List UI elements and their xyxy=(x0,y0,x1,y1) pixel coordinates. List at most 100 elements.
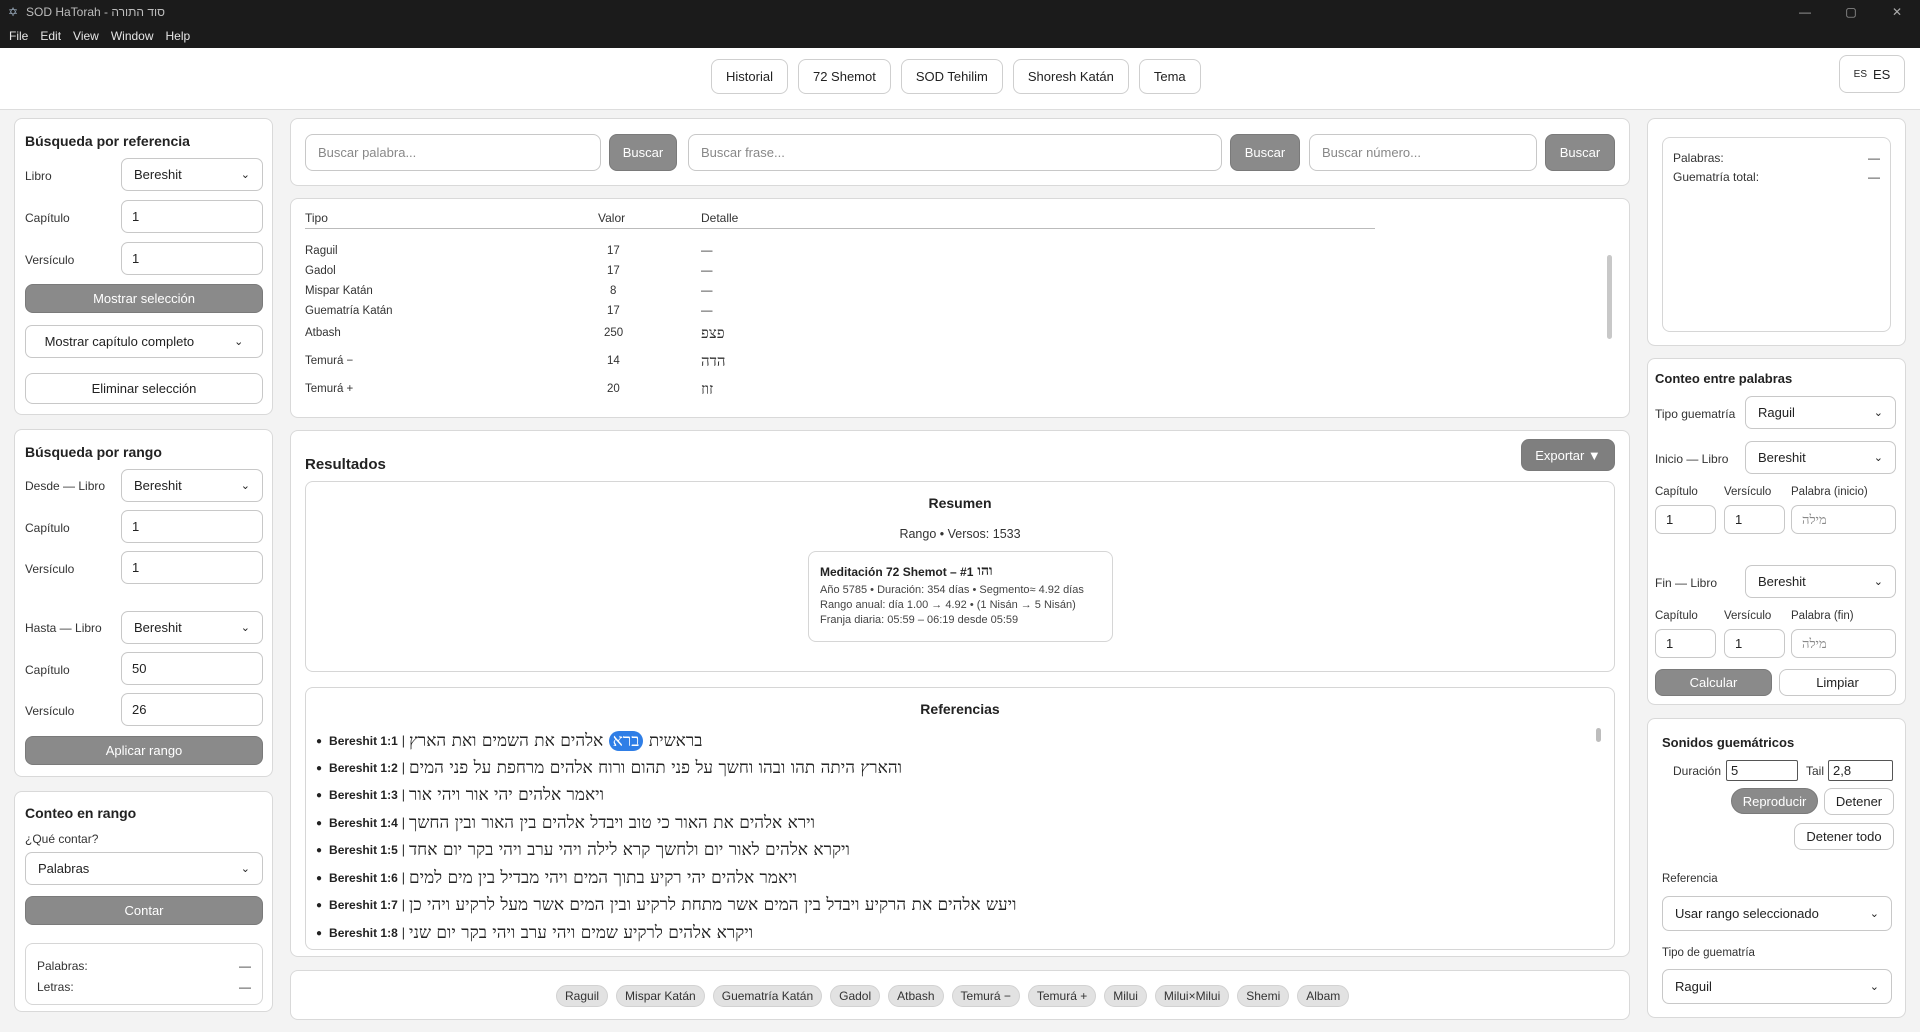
list-item[interactable]: ● Bereshit 1:8 | ויקרא אלהים לרקיע שמים … xyxy=(316,923,753,943)
inicio-word-input[interactable]: מילה xyxy=(1791,505,1896,534)
chip-raguil[interactable]: Raguil xyxy=(556,985,609,1007)
hasta-capitulo-input[interactable]: 50 xyxy=(121,652,263,685)
duracion-input[interactable]: 5 xyxy=(1726,760,1798,781)
inicio-label: Inicio — Libro xyxy=(1655,452,1729,466)
table-row[interactable]: Temurá + 20 זוז xyxy=(305,380,1365,403)
row-tipo: Gadol xyxy=(305,265,336,277)
row-tipo: Mispar Katán xyxy=(305,285,373,297)
libro-value: Bereshit xyxy=(134,167,182,182)
tab-sod-tehilim[interactable]: SOD Tehilim xyxy=(900,59,1003,94)
fin-word-input[interactable]: מילה xyxy=(1791,629,1896,658)
inicio-libro-select[interactable]: Bereshit ⌄ xyxy=(1745,441,1896,474)
chip-gadol[interactable]: Gadol xyxy=(830,985,881,1007)
menu-view[interactable]: View xyxy=(67,29,105,43)
word-search-button[interactable]: Buscar xyxy=(609,134,677,171)
capitulo-label: Capítulo xyxy=(25,211,70,225)
list-item[interactable]: ● Bereshit 1:3 | ויאמר אלהים יהי אור ויה… xyxy=(316,785,604,805)
panel-title: Sonidos guemátricos xyxy=(1662,735,1795,750)
fin-capitulo-input[interactable]: 1 xyxy=(1655,629,1716,658)
list-item[interactable]: ● Bereshit 1:7 | ויעש אלהים את הרקיע ויב… xyxy=(316,895,1016,915)
stop-all-button[interactable]: Detener todo xyxy=(1794,823,1894,850)
count-button[interactable]: Contar xyxy=(25,896,263,925)
chip-shemi[interactable]: Shemi xyxy=(1237,985,1290,1007)
versiculo-input[interactable]: 1 xyxy=(121,242,263,275)
tab-tema[interactable]: Tema xyxy=(1138,59,1201,94)
phrase-search-input[interactable]: Buscar frase... xyxy=(688,134,1222,171)
clear-button[interactable]: Limpiar xyxy=(1779,669,1896,696)
list-item[interactable]: ● Bereshit 1:4 | וירא אלהים את האור כי ט… xyxy=(316,813,815,833)
inicio-versiculo-input[interactable]: 1 xyxy=(1724,505,1785,534)
table-row[interactable]: Atbash 250 פצפ xyxy=(305,324,1365,347)
inicio-capitulo-input[interactable]: 1 xyxy=(1655,505,1716,534)
summary-card: Resumen Rango • Versos: 1533 Meditación … xyxy=(305,481,1615,672)
table-row[interactable]: Temurá − 14 הדה xyxy=(305,352,1365,375)
referencia-select[interactable]: Usar rango seleccionado ⌄ xyxy=(1662,896,1892,931)
chip-atbash[interactable]: Atbash xyxy=(888,985,944,1007)
tab-72-shemot[interactable]: 72 Shemot xyxy=(797,59,891,94)
meditation-card: Meditación 72 Shemot – #1 והו Año 5785 •… xyxy=(808,551,1113,642)
chip-milui-milui[interactable]: Milui×Milui xyxy=(1154,985,1230,1007)
table-row[interactable]: Mispar Katán 8 — xyxy=(305,285,1365,305)
play-button[interactable]: Reproducir xyxy=(1731,788,1818,814)
table-row[interactable]: Raguil 17 — xyxy=(305,245,1365,265)
number-search-button[interactable]: Buscar xyxy=(1545,134,1615,171)
menu-help[interactable]: Help xyxy=(160,29,197,43)
libro-select[interactable]: Bereshit ⌄ xyxy=(121,158,263,191)
hasta-versiculo-input[interactable]: 26 xyxy=(121,693,263,726)
tab-historial[interactable]: Historial xyxy=(711,59,788,94)
table-scrollbar[interactable] xyxy=(1607,255,1612,339)
chip-mispar-katan[interactable]: Mispar Katán xyxy=(616,985,705,1007)
chip-temura-minus[interactable]: Temurá − xyxy=(951,985,1020,1007)
desde-versiculo-input[interactable]: 1 xyxy=(121,551,263,584)
verse-text: וירא אלהים את האור כי טוב ויבדל אלהים בי… xyxy=(409,813,815,833)
panel-title: Búsqueda por referencia xyxy=(25,133,190,149)
desde-capitulo-input[interactable]: 1 xyxy=(121,510,263,543)
word-search-input[interactable]: Buscar palabra... xyxy=(305,134,601,171)
tail-input[interactable]: 2,8 xyxy=(1828,760,1893,781)
versiculo-label: Versículo xyxy=(25,562,75,576)
menu-file[interactable]: File xyxy=(3,29,34,43)
show-selection-button[interactable]: Mostrar selección xyxy=(25,284,263,313)
tipo-guematria-select[interactable]: Raguil ⌄ xyxy=(1745,396,1896,429)
calculate-button[interactable]: Calcular xyxy=(1655,669,1772,696)
versiculo-label: Versículo xyxy=(25,704,75,718)
minimize-icon[interactable]: — xyxy=(1782,0,1828,24)
menu-window[interactable]: Window xyxy=(105,29,160,43)
language-button[interactable]: ES ES xyxy=(1839,55,1905,93)
count-type-select[interactable]: Palabras ⌄ xyxy=(25,852,263,885)
list-item[interactable]: ● Bereshit 1:5 | ויקרא אלהים לאור יום ול… xyxy=(316,840,850,860)
capitulo-input[interactable]: 1 xyxy=(121,200,263,233)
tab-shoresh-katan[interactable]: Shoresh Katán xyxy=(1012,59,1129,94)
table-row[interactable]: Gadol 17 — xyxy=(305,265,1365,285)
list-item[interactable]: ● Bereshit 1:2 | והארץ היתה תהו ובהו וחש… xyxy=(316,758,902,778)
stop-button[interactable]: Detener xyxy=(1824,788,1894,815)
chip-temura-plus[interactable]: Temurá + xyxy=(1027,985,1097,1007)
maximize-icon[interactable]: ▢ xyxy=(1828,0,1874,24)
phrase-search-button[interactable]: Buscar xyxy=(1230,134,1300,171)
highlighted-word[interactable]: ברא xyxy=(608,731,644,751)
sound-tipo-select[interactable]: Raguil ⌄ xyxy=(1662,969,1892,1004)
clear-selection-button[interactable]: Eliminar selección xyxy=(25,373,263,404)
list-item[interactable]: ● Bereshit 1:1 | בראשית ברא אלהים את השמ… xyxy=(316,731,702,751)
export-button[interactable]: Exportar ▼ xyxy=(1521,439,1615,471)
fin-versiculo-input[interactable]: 1 xyxy=(1724,629,1785,658)
apply-range-button[interactable]: Aplicar rango xyxy=(25,736,263,765)
fin-libro-select[interactable]: Bereshit ⌄ xyxy=(1745,565,1896,598)
references-scrollbar[interactable] xyxy=(1596,728,1601,742)
sound-tipo-value: Raguil xyxy=(1675,979,1712,994)
row-tipo: Atbash xyxy=(305,327,341,339)
menu-edit[interactable]: Edit xyxy=(34,29,67,43)
chapter-mode-select[interactable]: Mostrar capítulo completo ⌄ xyxy=(25,325,263,358)
number-search-input[interactable]: Buscar número... xyxy=(1309,134,1537,171)
title-bar: ✡ SOD HaTorah - סוד התורה — ▢ ✕ xyxy=(0,0,1920,24)
close-icon[interactable]: ✕ xyxy=(1874,0,1920,24)
hasta-libro-select[interactable]: Bereshit ⌄ xyxy=(121,611,263,644)
bullet: ● xyxy=(316,762,323,774)
list-item[interactable]: ● Bereshit 1:6 | ויאמר אלהים יהי רקיע בת… xyxy=(316,868,797,888)
desde-libro-select[interactable]: Bereshit ⌄ xyxy=(121,469,263,502)
chip-milui[interactable]: Milui xyxy=(1104,985,1147,1007)
palabras-label: Palabras: xyxy=(1673,151,1724,165)
table-row[interactable]: Guematría Katán 17 — xyxy=(305,305,1365,325)
chip-albam[interactable]: Albam xyxy=(1297,985,1350,1007)
chip-guematria-katan[interactable]: Guematría Katán xyxy=(712,985,823,1007)
